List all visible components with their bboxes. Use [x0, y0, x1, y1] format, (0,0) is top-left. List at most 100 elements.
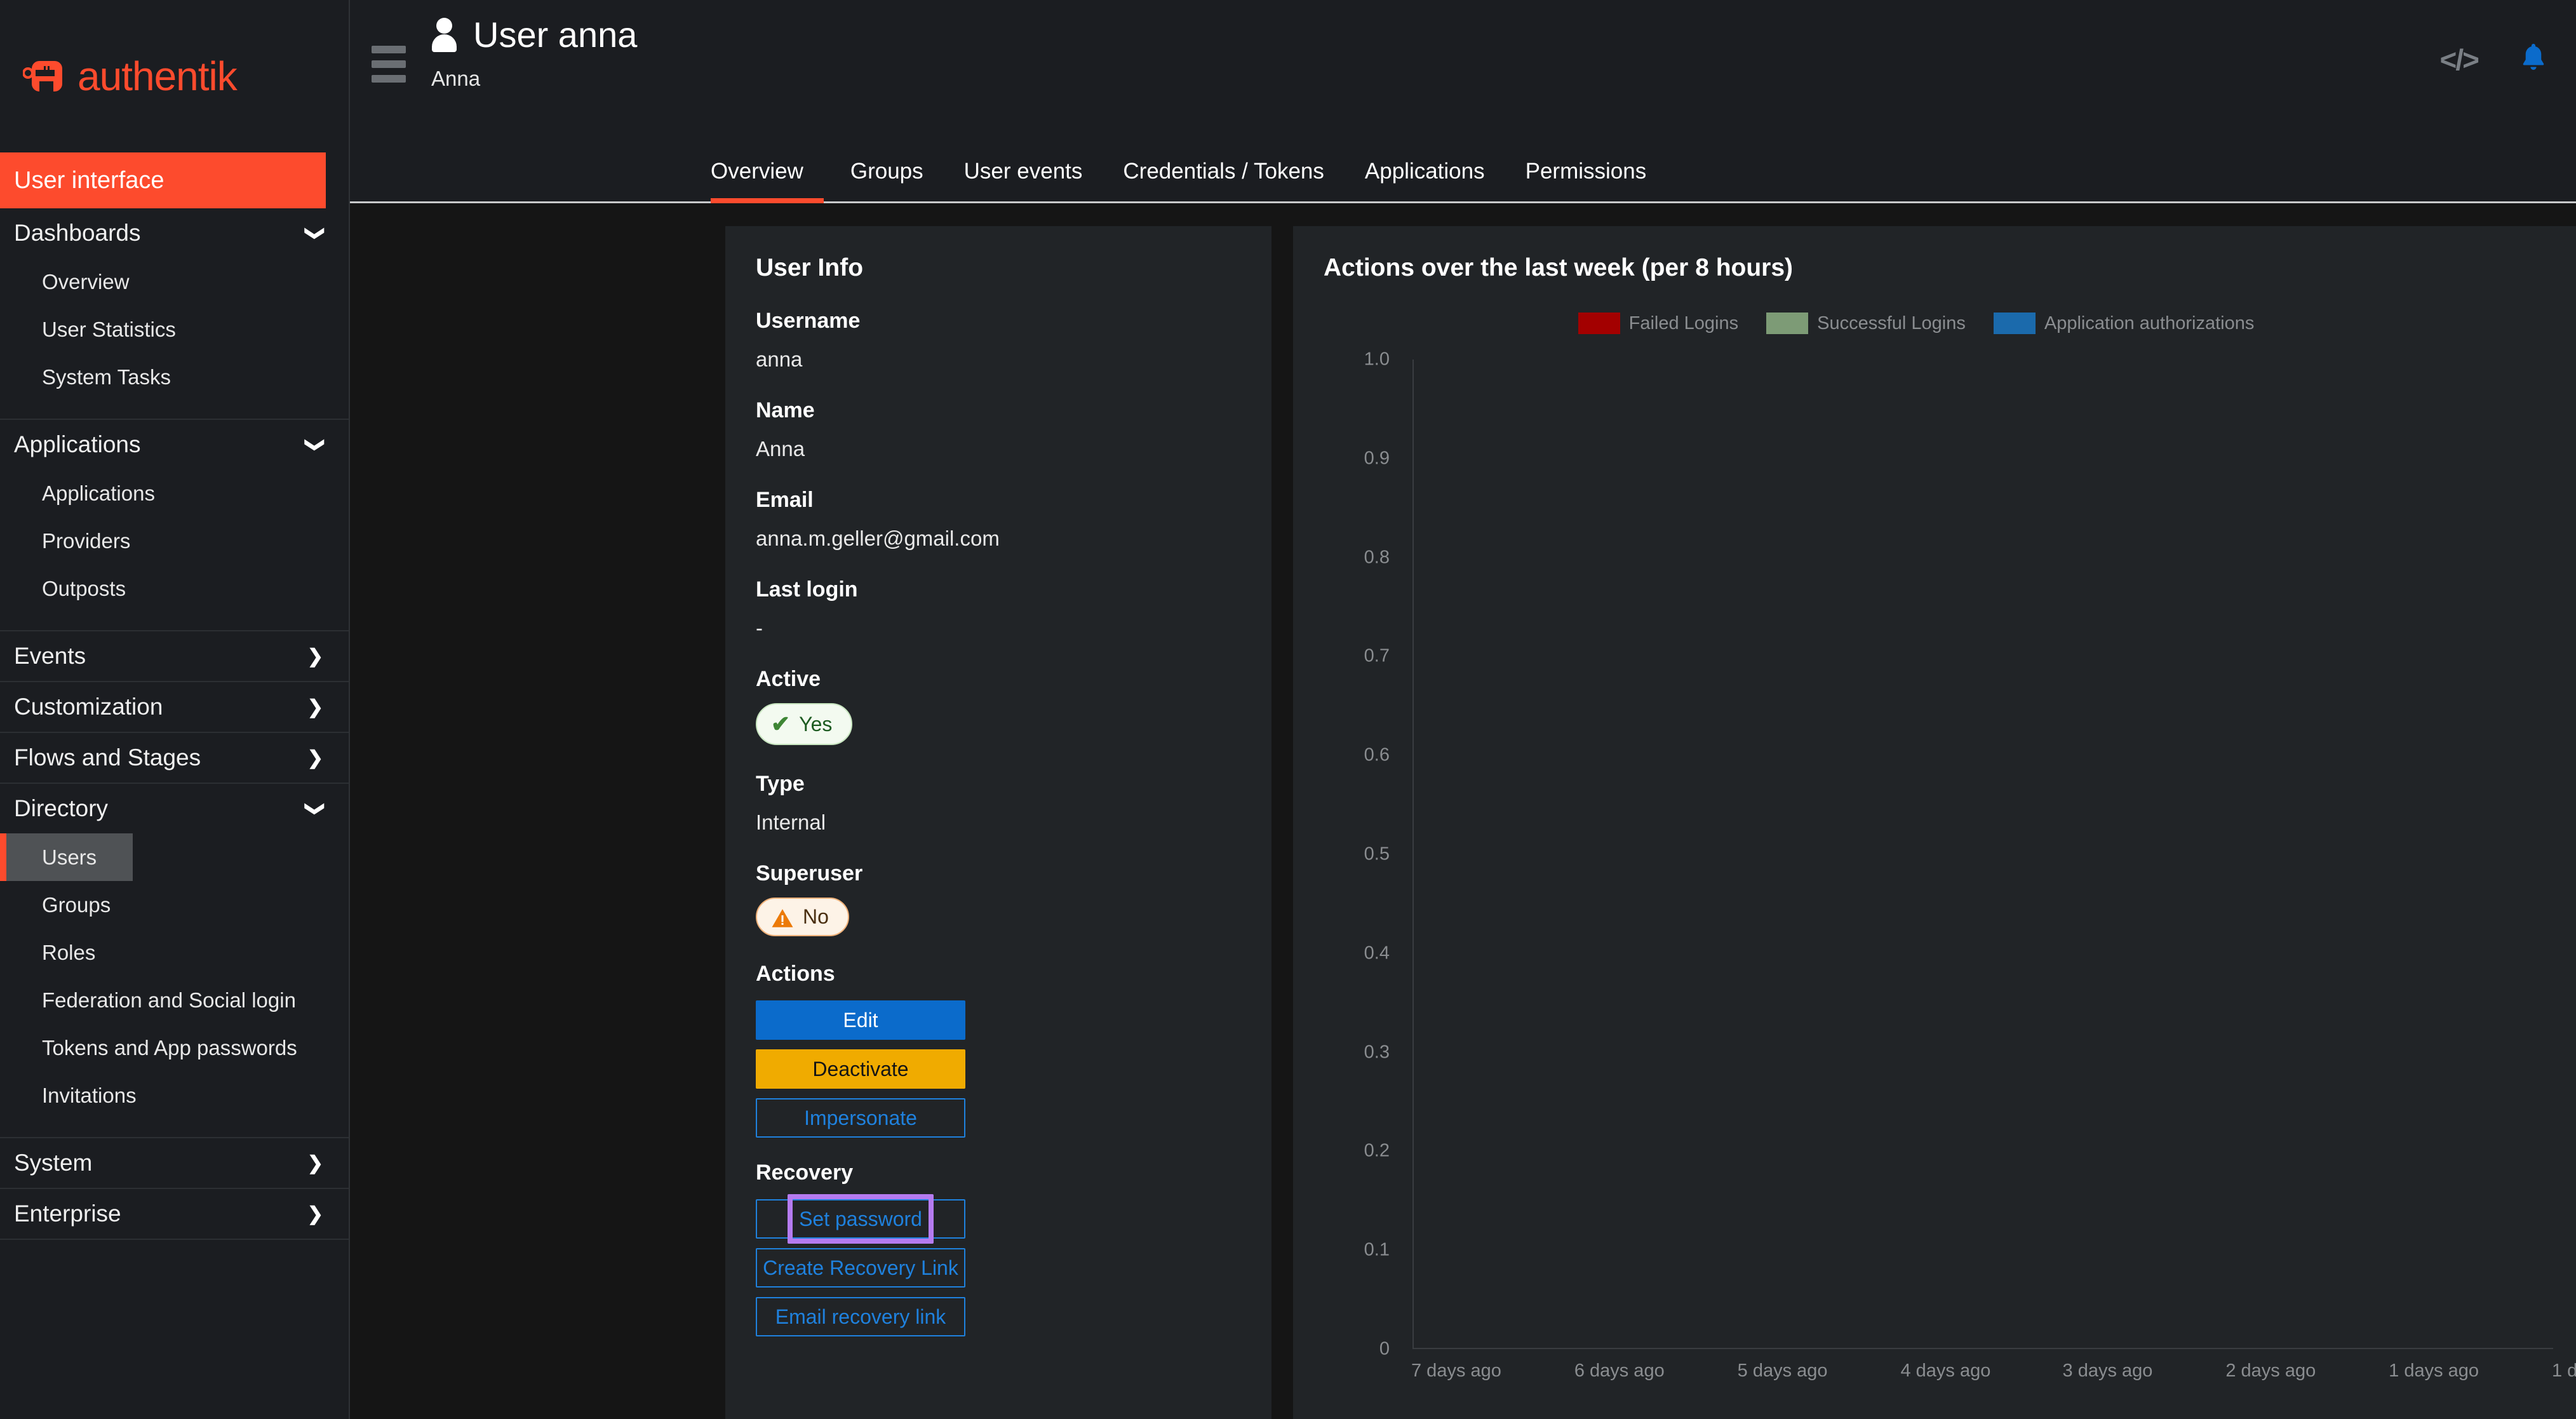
tab-label: Overview	[711, 159, 803, 184]
user-avatar-icon	[427, 17, 460, 53]
deactivate-button-label: Deactivate	[812, 1058, 909, 1081]
status-badge-superuser: No	[756, 898, 849, 937]
field-value: Internal	[756, 810, 826, 834]
x-axis-tick: 5 days ago	[1737, 1361, 1828, 1381]
field-label: Email	[756, 488, 814, 512]
chart-plot-wrapper: 1.0 0.9 0.8 0.7 0.6 0.5 0.4 0.3 0.2 0.1 …	[1324, 349, 2576, 1419]
chevron-right-icon	[307, 747, 323, 769]
nav-group-enterprise: Enterprise	[0, 1189, 349, 1240]
brand-name: authentik	[77, 53, 238, 99]
field-label: Name	[756, 398, 815, 422]
legend-swatch-icon	[1993, 313, 2036, 334]
deactivate-button[interactable]: Deactivate	[756, 1049, 965, 1089]
edit-button[interactable]: Edit	[756, 1000, 965, 1040]
sidebar-item-label: Applications	[42, 481, 155, 505]
x-axis-tick: 6 days ago	[1574, 1361, 1665, 1381]
top-bar: User anna Anna </>	[350, 0, 2576, 144]
field-label: Username	[756, 309, 861, 333]
sidebar-item-groups[interactable]: Groups	[0, 881, 349, 929]
chart-title: Actions over the last week (per 8 hours)	[1324, 254, 1794, 281]
y-axis-tick: 0.2	[1364, 1140, 1390, 1161]
user-info-card-title: User Info	[756, 254, 864, 281]
status-badge-label: No	[803, 905, 829, 929]
y-axis-tick: 1.0	[1364, 349, 1390, 370]
nav-group-header-dashboards[interactable]: Dashboards	[0, 208, 349, 258]
sidebar-nav: Dashboards Overview User Statistics Syst…	[0, 208, 349, 1419]
nav-group-label: Dashboards	[14, 220, 141, 246]
legend-label: Successful Logins	[1817, 313, 1966, 333]
authentik-logo-icon	[22, 53, 69, 99]
warning-triangle-icon	[771, 905, 794, 929]
sidebar-item-label: System Tasks	[42, 365, 171, 389]
sidebar-item-federation-and-social-login[interactable]: Federation and Social login	[0, 976, 349, 1024]
nav-group-label: Flows and Stages	[14, 744, 201, 770]
x-axis-tick: 4 days ago	[1900, 1361, 1991, 1381]
tab-groups[interactable]: Groups	[830, 159, 944, 203]
tab-overview[interactable]: Overview	[711, 159, 824, 203]
tab-credentials-tokens[interactable]: Credentials / Tokens	[1103, 159, 1344, 203]
sidebar-item-roles[interactable]: Roles	[0, 929, 349, 976]
tab-label: User events	[963, 159, 1083, 184]
create-recovery-link-button-label: Create Recovery Link	[763, 1256, 958, 1280]
sidebar-item-applications[interactable]: Applications	[0, 469, 349, 517]
app-root: authentik User interface Dashboards Over…	[0, 0, 2576, 1419]
field-label: Active	[756, 667, 821, 691]
chart-legend: Failed Logins Successful Logins Applicat…	[1324, 313, 2525, 334]
page-title: User anna	[473, 15, 638, 55]
nav-group-system: System	[0, 1138, 349, 1189]
sidebar-item-label: Groups	[42, 892, 111, 917]
y-axis-tick: 0	[1379, 1338, 1390, 1359]
actions-label: Actions	[756, 962, 835, 986]
sidebar-item-users[interactable]: Users	[0, 833, 133, 881]
tab-permissions[interactable]: Permissions	[1505, 159, 1667, 203]
sidebar-item-system-tasks[interactable]: System Tasks	[0, 353, 349, 401]
field-email: Email anna.m.geller@gmail.com	[756, 488, 1241, 551]
sidebar-item-tokens-and-app-passwords[interactable]: Tokens and App passwords	[0, 1024, 349, 1072]
actions-chart-card: Actions over the last week (per 8 hours)…	[1293, 226, 2576, 1419]
legend-item-successful-logins[interactable]: Successful Logins	[1766, 313, 1966, 334]
nav-group-header-enterprise[interactable]: Enterprise	[0, 1189, 349, 1239]
nav-group-header-flows-and-stages[interactable]: Flows and Stages	[0, 733, 349, 783]
impersonate-button[interactable]: Impersonate	[756, 1098, 965, 1138]
tab-label: Permissions	[1525, 159, 1647, 184]
sidebar-item-overview[interactable]: Overview	[0, 258, 349, 306]
create-recovery-link-button[interactable]: Create Recovery Link	[756, 1248, 965, 1288]
status-badge-label: Yes	[799, 712, 833, 736]
status-badge-active: ✔ Yes	[756, 703, 853, 745]
nav-group-label: Enterprise	[14, 1200, 121, 1227]
user-interface-banner[interactable]: User interface	[0, 152, 326, 208]
sidebar-item-providers[interactable]: Providers	[0, 517, 349, 565]
actions-section: Actions Edit Deactivate Impersonate	[756, 962, 1241, 1138]
nav-group-events: Events	[0, 631, 349, 682]
recovery-section: Recovery Set password Create Recovery Li…	[756, 1160, 1241, 1337]
legend-item-application-authorizations[interactable]: Application authorizations	[1993, 313, 2254, 334]
sidebar-item-outposts[interactable]: Outposts	[0, 565, 349, 612]
nav-group-applications: Applications Applications Providers Outp…	[0, 420, 349, 631]
chevron-down-icon	[307, 222, 323, 245]
nav-group-header-applications[interactable]: Applications	[0, 420, 349, 469]
hamburger-icon[interactable]	[372, 46, 406, 83]
top-bar-icons: </>	[2439, 42, 2548, 77]
sidebar: authentik User interface Dashboards Over…	[0, 0, 350, 1419]
legend-swatch-icon	[1766, 313, 1809, 334]
brand-logo[interactable]: authentik	[0, 0, 349, 152]
notification-bell-icon[interactable]	[2519, 42, 2548, 77]
tab-applications[interactable]: Applications	[1345, 159, 1505, 203]
y-axis-tick: 0.6	[1364, 744, 1390, 765]
email-recovery-link-button[interactable]: Email recovery link	[756, 1297, 965, 1337]
set-password-button[interactable]: Set password	[756, 1199, 965, 1239]
nav-group-header-system[interactable]: System	[0, 1138, 349, 1188]
nav-group-header-events[interactable]: Events	[0, 631, 349, 681]
sidebar-item-invitations[interactable]: Invitations	[0, 1072, 349, 1119]
tab-label: Credentials / Tokens	[1123, 159, 1324, 184]
legend-item-failed-logins[interactable]: Failed Logins	[1578, 313, 1738, 334]
nav-group-header-directory[interactable]: Directory	[0, 784, 349, 833]
tab-user-events[interactable]: User events	[944, 159, 1103, 203]
sidebar-item-user-statistics[interactable]: User Statistics	[0, 306, 349, 353]
content-area: User Info Username anna Name Anna Email …	[350, 203, 2576, 1419]
page-subtitle: Anna	[431, 67, 481, 90]
nav-group-label: Directory	[14, 795, 109, 821]
code-brackets-icon[interactable]: </>	[2439, 43, 2479, 77]
y-axis-tick: 0.1	[1364, 1239, 1390, 1260]
nav-group-header-customization[interactable]: Customization	[0, 682, 349, 732]
